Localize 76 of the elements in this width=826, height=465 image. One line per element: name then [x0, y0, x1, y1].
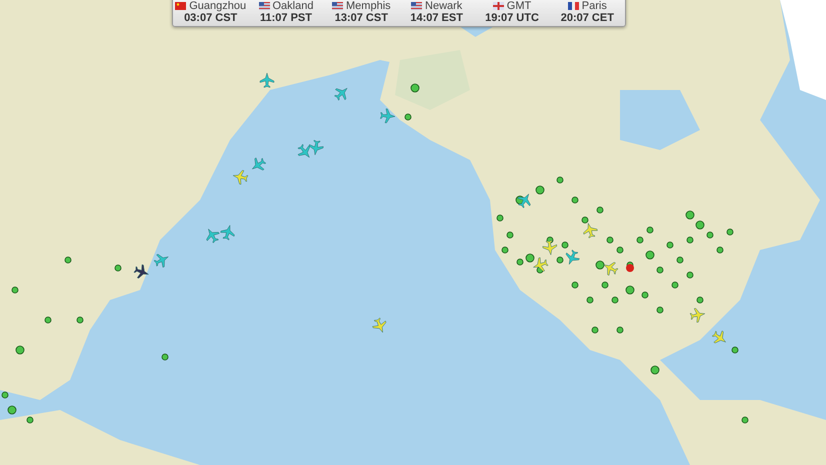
flag-icon — [411, 2, 422, 10]
airport-marker[interactable] — [686, 210, 694, 220]
airport-marker[interactable] — [656, 266, 664, 274]
airport-marker[interactable] — [656, 306, 664, 314]
airport-marker[interactable] — [536, 186, 544, 194]
airport-marker[interactable] — [626, 286, 634, 294]
city-label: Guangzhou — [189, 0, 246, 12]
airport-marker[interactable] — [162, 354, 168, 360]
airport-marker[interactable] — [586, 296, 594, 304]
flag-icon — [492, 2, 504, 10]
airport-marker[interactable] — [696, 220, 704, 230]
flag-icon — [332, 2, 344, 10]
airport-marker[interactable] — [696, 296, 704, 304]
airport-marker[interactable] — [496, 214, 504, 222]
airport-marker[interactable] — [616, 326, 624, 334]
clock-time: 14:07 EST — [410, 12, 463, 24]
clock-time: 03:07 CST — [184, 12, 238, 24]
airport-marker[interactable] — [526, 254, 534, 262]
airport-marker[interactable] — [582, 216, 588, 224]
airport-marker[interactable] — [596, 260, 604, 270]
airport-marker[interactable] — [404, 114, 412, 120]
airport-marker[interactable] — [76, 316, 84, 324]
clock-time: 19:07 UTC — [485, 12, 539, 24]
airport-marker[interactable] — [742, 416, 748, 424]
airplane-icon[interactable] — [134, 264, 149, 278]
airplane-icon[interactable] — [533, 257, 548, 272]
airport-marker[interactable] — [26, 416, 34, 424]
city-label: Newark — [425, 0, 462, 12]
clock-time: 11:07 PST — [260, 12, 312, 24]
airport-marker[interactable] — [616, 246, 624, 254]
airport-marker[interactable] — [672, 282, 678, 288]
airport-marker[interactable] — [16, 346, 24, 354]
airport-marker[interactable] — [726, 228, 734, 236]
airport-marker[interactable] — [642, 292, 648, 298]
airport-marker[interactable] — [556, 256, 564, 264]
airport-marker[interactable] — [516, 258, 524, 266]
airport-marker[interactable] — [646, 226, 654, 234]
airport-marker[interactable] — [612, 296, 618, 304]
airport-marker[interactable] — [64, 256, 72, 264]
airport-marker[interactable] — [556, 176, 564, 184]
airport-marker[interactable] — [666, 242, 674, 248]
airport-marker[interactable] — [410, 84, 420, 92]
airport-marker[interactable] — [646, 250, 654, 260]
airport-marker[interactable] — [572, 196, 578, 204]
airport-marker[interactable] — [732, 346, 738, 354]
airport-marker[interactable] — [716, 246, 724, 254]
airport-marker[interactable] — [12, 286, 18, 294]
airport-marker[interactable] — [572, 282, 578, 288]
city-label: Oakland — [272, 0, 314, 12]
airport-marker[interactable] — [602, 282, 608, 288]
airport-marker[interactable] — [502, 246, 508, 254]
airport-marker[interactable] — [676, 256, 684, 264]
city-label: Memphis — [346, 0, 391, 12]
airport-marker[interactable] — [8, 406, 16, 414]
airport-marker[interactable] — [706, 232, 714, 238]
clock-time: 13:07 CST — [334, 12, 388, 24]
airplane-icon[interactable] — [518, 194, 531, 208]
airport-marker[interactable] — [44, 316, 52, 324]
airport-marker[interactable] — [2, 392, 8, 398]
airport-marker[interactable] — [636, 236, 644, 244]
airport-marker[interactable] — [596, 206, 604, 214]
airport-marker[interactable] — [686, 236, 694, 244]
airport-marker[interactable] — [650, 366, 660, 374]
flag-icon — [258, 2, 270, 10]
airport-marker[interactable] — [506, 232, 514, 238]
airport-marker[interactable] — [626, 264, 634, 272]
city-label: GMT — [506, 0, 532, 12]
flag-icon — [175, 2, 186, 10]
airport-marker[interactable] — [686, 272, 694, 278]
airport-marker[interactable] — [114, 264, 122, 272]
airport-marker[interactable] — [606, 236, 614, 244]
flag-icon — [568, 2, 579, 10]
city-label: Paris — [582, 0, 607, 12]
clock-time: 20:07 CET — [560, 12, 614, 24]
airport-marker[interactable] — [592, 326, 598, 334]
airport-marker[interactable] — [562, 242, 568, 248]
